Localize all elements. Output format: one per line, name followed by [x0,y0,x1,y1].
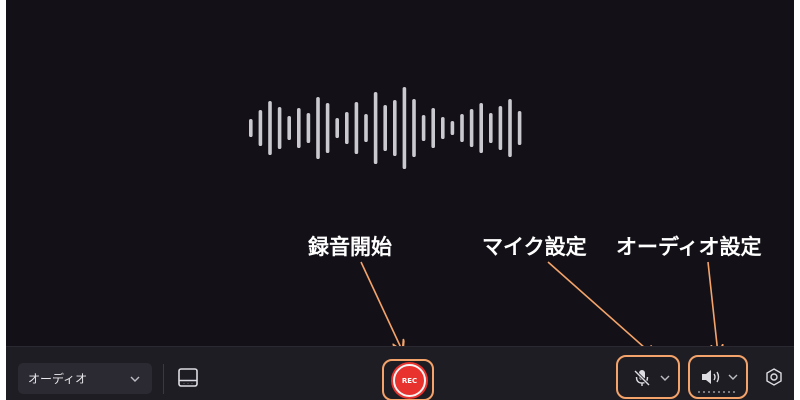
waveform-bar [479,103,483,153]
mic-muted-icon[interactable] [632,368,652,388]
speaker-icon[interactable] [700,367,722,387]
waveform-bar [354,102,359,154]
waveform-bar [364,114,368,142]
chevron-down-icon[interactable] [726,370,740,384]
waveform-bar [460,114,464,142]
bottom-toolbar: オーディオ REC [6,346,794,400]
chevron-down-icon[interactable] [658,371,672,385]
waveform-bar [287,116,291,140]
waveform-bar [258,110,263,146]
waveform-bar [249,119,253,137]
rec-button-highlight: REC [382,359,434,400]
rec-button[interactable]: REC [393,364,426,397]
waveform-bar [277,107,282,149]
audio-level-meter [698,391,735,393]
mic-settings-highlight [616,355,680,399]
layout-icon[interactable] [176,366,200,390]
waveform-bar [393,100,397,156]
waveform-bar [306,113,311,143]
waveform-bar [517,111,522,145]
app-window: 録音開始 マイク設定 オーディオ設定 オーディオ REC [6,0,794,400]
audio-settings-highlight [688,355,748,399]
waveform-bar [316,97,320,159]
recording-stage [6,0,794,346]
settings-hex-icon[interactable] [764,367,784,387]
waveform-bar [373,92,378,164]
waveform-bar [421,115,426,141]
waveform-bar [325,103,330,153]
waveform-bar [268,101,272,155]
annotation-audio-settings: オーディオ設定 [616,235,762,259]
waveform-bar [441,117,445,139]
waveform-bar [498,106,503,150]
annotation-rec-start: 録音開始 [308,235,392,259]
waveform-bar [402,87,407,169]
toolbar-divider [163,364,164,394]
waveform-bar [412,99,416,157]
waveform-bar [383,105,387,151]
audio-waveform [249,87,522,169]
waveform-bar [345,112,349,144]
waveform-bar [450,121,455,135]
waveform-bar [297,108,301,148]
waveform-bar [508,99,512,157]
waveform-bar [469,109,474,147]
source-select-value: オーディオ [28,372,88,386]
chevron-down-icon [130,376,140,382]
waveform-bar [431,108,435,148]
waveform-bar [335,118,339,138]
annotation-mic-settings: マイク設定 [482,235,587,259]
source-select[interactable]: オーディオ [18,363,152,394]
waveform-bar [489,113,493,143]
